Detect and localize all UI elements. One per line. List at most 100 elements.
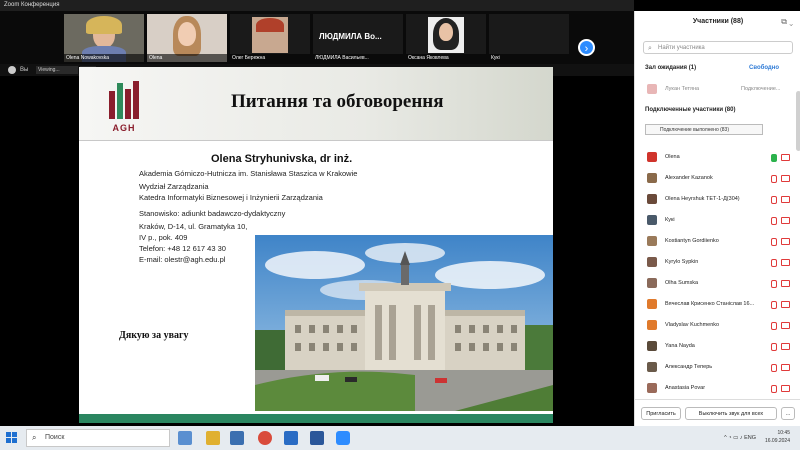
mic-muted-icon[interactable] (771, 238, 777, 246)
video-tile[interactable]: Olena Nowakovska (64, 14, 144, 62)
chevron-right-icon[interactable]: › (578, 39, 595, 56)
slide-footer-bar (79, 414, 553, 423)
participant-face (178, 22, 196, 46)
view-options[interactable]: Viewing... (36, 66, 78, 74)
zoom-app-icon[interactable] (336, 431, 350, 445)
camera-off-icon[interactable] (781, 217, 790, 224)
phone-line: Telefon: +48 12 617 43 30 (139, 244, 226, 253)
search-icon: ⌕ (648, 45, 652, 52)
mic-muted-icon[interactable] (771, 175, 777, 183)
clock[interactable]: 10:45 16.09.2024 (765, 429, 790, 445)
participant-row[interactable]: Кукі (635, 210, 793, 230)
tooltip-text: Подключение выполнено (83) (660, 127, 730, 133)
participant-search-input[interactable]: ⌕ Найти участника (643, 41, 793, 54)
video-tile-name: Олег Бережна (230, 54, 310, 62)
avatar (647, 173, 657, 183)
participant-hair (86, 16, 122, 34)
participant-name: Kyrylo Sypkin (665, 259, 699, 265)
mic-muted-icon[interactable] (771, 217, 777, 225)
mic-muted-icon[interactable] (771, 364, 777, 372)
participant-hair (256, 18, 284, 32)
video-tile-name: ЛЮДМИЛА Васильев... (313, 54, 403, 62)
shared-slide: AGH Питання та обговорення Olena Stryhun… (79, 67, 553, 423)
participant-row[interactable]: Alexander Kazanok (635, 168, 793, 188)
logo-bar (133, 81, 139, 119)
video-gallery: Olena Nowakovska Olena Олег Бережна ЛЮДМ… (0, 11, 634, 64)
panel-scrollbar[interactable] (796, 91, 800, 151)
camera-off-icon[interactable] (781, 280, 790, 287)
admit-all-link[interactable]: Свободно (749, 65, 779, 71)
language-indicator: ENG (744, 435, 756, 441)
camera-off-icon[interactable] (781, 154, 790, 161)
video-tile[interactable]: Олег Бережна (230, 14, 310, 62)
clock-time: 10:45 (777, 430, 790, 436)
participant-row[interactable]: Vladyslav Kuchmenko (635, 315, 793, 335)
participant-name: Лукан Тетяна (665, 86, 700, 92)
mic-muted-icon[interactable] (771, 196, 777, 204)
participant-name: Alexander Kazanok (665, 175, 713, 181)
share-label: Вы (20, 67, 29, 73)
participant-row[interactable]: Olha Sumska (635, 273, 793, 293)
camera-off-icon[interactable] (781, 259, 790, 266)
taskbar: ⌕ Поиск ^ ◔ ▭ ♪ ENG 10:45 16.09.2024 (0, 426, 800, 450)
camera-off-icon[interactable] (781, 322, 790, 329)
participant-name: Kostiantyn Gordiienko (665, 238, 719, 244)
file-explorer-icon[interactable] (206, 431, 220, 445)
mute-all-button[interactable]: Выключить звук для всех (685, 407, 777, 420)
avatar (647, 383, 657, 393)
video-tile[interactable]: Olena (147, 14, 227, 62)
affiliation-line: Akademia Górniczo-Hutnicza im. Stanisław… (139, 169, 358, 178)
camera-off-icon[interactable] (781, 175, 790, 182)
avatar (647, 152, 657, 162)
participant-row[interactable]: Вячеслав Крисенко Станіслав 16... (635, 294, 793, 314)
more-button[interactable]: ... (781, 407, 795, 420)
panel-footer: Пригласить Выключить звук для всех ... (635, 399, 800, 426)
participant-row[interactable]: Olena Heyrshuk ТЕТ-1-Д(304) (635, 189, 793, 209)
mic-muted-icon[interactable] (771, 322, 777, 330)
taskbar-search-placeholder: Поиск (45, 434, 65, 441)
system-tray[interactable]: ^ ◔ ▭ ♪ ENG (724, 426, 756, 450)
video-tile[interactable]: ЛЮДМИЛА Во... ЛЮДМИЛА Васильев... (313, 14, 403, 62)
camera-off-icon[interactable] (781, 196, 790, 203)
waiting-participant-row[interactable]: Лукан Тетяна Подключение... (635, 79, 793, 99)
mic-muted-icon[interactable] (771, 280, 777, 288)
mic-muted-icon[interactable] (771, 301, 777, 309)
chrome-icon[interactable] (258, 431, 272, 445)
invite-button[interactable]: Пригласить (641, 407, 681, 420)
participant-row[interactable]: Olena (635, 147, 793, 167)
affiliation-line: Katedra Informatyki Biznesowej i Inżynie… (139, 193, 323, 202)
participant-row[interactable]: Anastasia Povar (635, 378, 793, 398)
mic-muted-icon[interactable] (771, 154, 777, 162)
video-tile[interactable]: Оксана Яковлева (406, 14, 486, 62)
camera-off-icon[interactable] (781, 238, 790, 245)
participant-row[interactable]: Александр Теперь (635, 357, 793, 377)
waiting-status: Подключение... (741, 86, 781, 92)
participant-row[interactable]: Yana Nayda (635, 336, 793, 356)
camera-off-icon[interactable] (781, 385, 790, 392)
taskbar-search-input[interactable]: ⌕ Поиск (26, 429, 170, 447)
waiting-room-header[interactable]: Зал ожидания (1) Свободно (645, 65, 779, 71)
camera-off-icon[interactable] (781, 364, 790, 371)
participant-row[interactable]: Kostiantyn Gordiienko (635, 231, 793, 251)
logo-bar (125, 89, 131, 119)
task-view-icon[interactable] (178, 431, 192, 445)
window-titlebar: Zoom Конференция (0, 0, 634, 11)
email-line: E-mail: olestr@agh.edu.pl (139, 255, 226, 264)
windows-start-icon[interactable] (6, 432, 18, 444)
camera-off-icon[interactable] (781, 301, 790, 308)
logo-bar (109, 91, 115, 119)
mic-muted-icon[interactable] (771, 343, 777, 351)
popout-icon[interactable]: ⧉ ⌄ (781, 17, 793, 27)
participant-row[interactable]: Kyrylo Sypkin (635, 252, 793, 272)
address-line: Kraków, D-14, ul. Gramatyka 10, (139, 222, 248, 231)
avatar (647, 236, 657, 246)
word-icon[interactable] (310, 431, 324, 445)
mic-muted-icon[interactable] (771, 259, 777, 267)
video-tile[interactable]: Кукі (489, 14, 569, 62)
mail-icon[interactable] (230, 431, 244, 445)
avatar (647, 257, 657, 267)
store-icon[interactable] (284, 431, 298, 445)
in-meeting-header[interactable]: Подключенные участники (80) (645, 107, 735, 113)
camera-off-icon[interactable] (781, 343, 790, 350)
mic-muted-icon[interactable] (771, 385, 777, 393)
